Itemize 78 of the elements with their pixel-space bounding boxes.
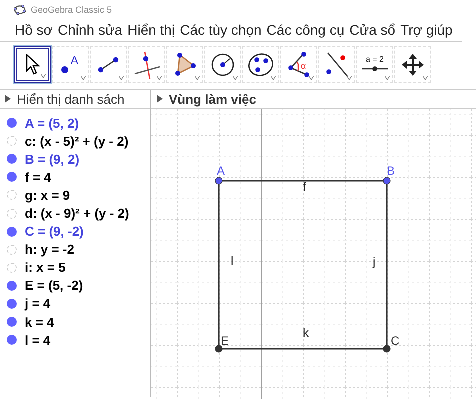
algebra-entry[interactable]: i: x = 5 [25,260,66,276]
point-label: B [387,164,396,178]
visibility-toggle[interactable] [7,190,17,200]
menu-item[interactable]: Hồ sơ [15,22,53,38]
point-label: C [391,334,400,348]
segment-label: l [231,254,234,268]
cursor-arrow-icon [24,54,40,76]
reflect-tool-button[interactable] [318,46,355,83]
algebra-entry[interactable]: j = 4 [25,296,51,312]
perpendicular-line-icon [132,50,160,80]
algebra-entry[interactable]: C = (9, -2) [25,224,84,240]
move-arrows-icon [400,52,424,76]
algebra-entry[interactable]: A = (5, 2) [25,116,80,131]
polygon-tool-button[interactable] [166,46,203,83]
dropdown-triangle-icon [195,76,200,80]
visibility-toggle[interactable] [7,118,17,128]
menu-item[interactable]: Chỉnh sửa [58,22,123,38]
expand-triangle-icon[interactable] [5,95,11,103]
visibility-toggle[interactable] [7,136,17,146]
dropdown-triangle-icon [309,76,314,80]
algebra-entry[interactable]: l = 4 [25,332,51,348]
panel-title: Hiển thị danh sách [17,92,125,106]
point[interactable] [383,345,391,353]
segment-label: k [303,326,309,340]
visibility-toggle[interactable] [7,208,17,219]
point-label: A [217,164,226,178]
dropdown-triangle-icon [157,76,162,80]
dropdown-triangle-icon [119,76,124,80]
dropdown-triangle-icon [41,74,46,78]
segment-label: f [303,180,306,194]
point-label: E [221,334,230,348]
panel-title: Vùng làm việc [169,92,256,106]
algebra-entry[interactable]: k = 4 [25,314,54,330]
dropdown-triangle-icon [81,76,86,80]
algebra-entry[interactable]: d: (x - 9)² + (y - 2) [25,206,130,222]
point-tool-button[interactable]: A [52,46,89,83]
visibility-toggle[interactable] [7,298,17,309]
algebra-entry[interactable]: h: y = -2 [25,242,74,258]
conic-tool-button[interactable] [242,46,279,83]
move-view-tool-button[interactable] [394,46,431,83]
dropdown-triangle-icon [347,76,352,80]
algebra-entry[interactable]: E = (5, -2) [25,278,84,294]
expand-triangle-icon[interactable] [157,95,163,103]
segment-tool-button[interactable] [90,46,127,83]
visibility-toggle[interactable] [7,244,17,255]
ellipse-icon [246,52,274,78]
menu-item[interactable]: Các công cụ [266,22,345,38]
visibility-toggle[interactable] [7,262,17,273]
point[interactable] [215,345,223,353]
visibility-toggle[interactable] [7,154,17,164]
segment-icon [96,54,122,74]
dropdown-triangle-icon [271,76,276,80]
circle-tool-button[interactable] [204,46,241,83]
window-title: GeoGebra Classic 5 [31,5,112,15]
algebra-entry[interactable]: f = 4 [25,170,52,185]
perpendicular-tool-button[interactable] [128,46,165,83]
menu-item[interactable]: Hiển thị [128,22,176,38]
visibility-toggle[interactable] [7,317,17,328]
algebra-entry[interactable]: c: (x - 5)² + (y - 2) [25,134,129,149]
algebra-entry[interactable]: B = (9, 2) [25,152,80,167]
visibility-toggle[interactable] [7,226,17,237]
visibility-toggle[interactable] [7,335,17,346]
visibility-toggle[interactable] [7,280,17,291]
algebra-entry[interactable]: g: x = 9 [25,188,70,203]
dropdown-triangle-icon [233,76,238,80]
move-tool-button[interactable] [14,46,51,83]
app-logo-icon [14,5,26,15]
point[interactable] [383,177,391,185]
visibility-toggle[interactable] [7,172,17,182]
menu-item[interactable]: Cửa sổ [350,22,396,38]
slider-tool-button[interactable]: a = 2 [356,46,393,83]
segment-label: j [373,255,376,269]
dropdown-triangle-icon [423,76,428,80]
menu-item[interactable]: Trợ giúp [400,22,453,38]
dropdown-triangle-icon [385,76,390,80]
circle-icon [210,52,236,78]
point[interactable] [215,177,223,185]
menu-item[interactable]: Các tùy chọn [180,22,262,38]
